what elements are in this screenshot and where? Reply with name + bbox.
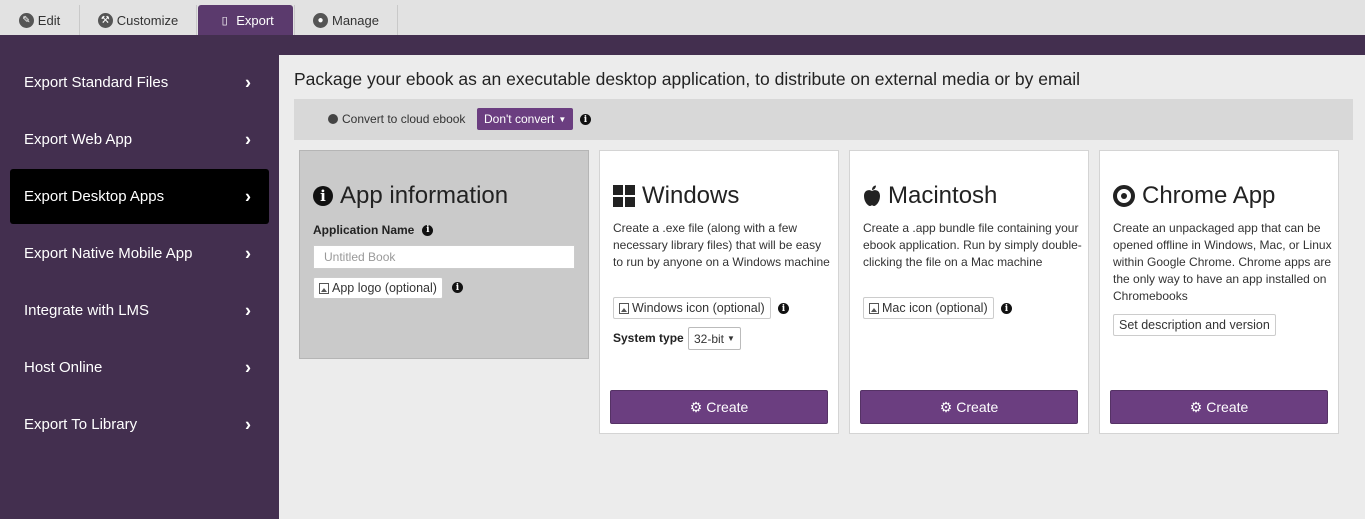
windows-card: Windows Create a .exe file (along with a… (599, 150, 839, 434)
gear-icon: ⚙ (939, 398, 953, 415)
application-name-input[interactable]: Untitled Book (313, 245, 575, 269)
card-title-text: Chrome App (1142, 182, 1276, 209)
system-type-select[interactable]: 32-bit ▼ (688, 327, 741, 350)
sidebar-item-host-online[interactable]: Host Online › (10, 340, 269, 395)
header-strip (0, 35, 1365, 55)
convert-bar: Convert to cloud ebook Don't convert ▼ i (294, 99, 1353, 140)
user-icon: ● (313, 12, 328, 28)
chrome-app-card: Chrome App Create an unpackaged app that… (1099, 150, 1339, 434)
tab-export[interactable]: ▯ Export (198, 5, 293, 35)
create-windows-button[interactable]: ⚙ Create (610, 390, 828, 424)
button-label: Windows icon (optional) (632, 301, 765, 315)
field-label-text: Application Name (313, 223, 415, 237)
button-label: Create (956, 399, 999, 415)
sidebar-item-export-web-app[interactable]: Export Web App › (10, 112, 269, 167)
system-type-label: System type (613, 331, 684, 345)
sidebar-item-export-to-library[interactable]: Export To Library › (10, 397, 269, 452)
card-title-text: Windows (642, 182, 740, 209)
button-label: Create (706, 399, 749, 415)
chevron-right-icon: › (245, 129, 251, 149)
chevron-right-icon: › (245, 72, 251, 92)
app-info-title: i App information (313, 182, 508, 210)
info-icon[interactable]: i (452, 282, 463, 293)
chrome-app-description: Create an unpackaged app that can be ope… (1113, 221, 1332, 303)
card-title-text: App information (340, 182, 509, 209)
info-circle-icon: i (313, 186, 333, 206)
tab-edit[interactable]: ✎ Edit (0, 5, 80, 35)
chevron-right-icon: › (245, 243, 251, 263)
chevron-right-icon: › (245, 186, 251, 206)
macintosh-title: Macintosh (863, 182, 997, 210)
sidebar-item-label: Export Native Mobile App (24, 245, 193, 262)
tab-manage[interactable]: ● Manage (294, 5, 398, 35)
info-icon[interactable]: i (422, 224, 434, 236)
macintosh-description: Create a .app bundle file containing you… (863, 221, 1082, 269)
button-label: App logo (optional) (332, 281, 437, 295)
windows-description: Create a .exe file (along with a few nec… (613, 221, 830, 269)
tab-label: Customize (116, 12, 179, 28)
sidebar-item-integrate-with-lms[interactable]: Integrate with LMS › (10, 283, 269, 338)
application-name-label: Application Name i (313, 223, 434, 237)
set-description-button[interactable]: Set description and version (1113, 314, 1276, 336)
mac-icon-button[interactable]: Mac icon (optional) (863, 297, 994, 319)
windows-icon-button[interactable]: Windows icon (optional) (613, 297, 771, 319)
sidebar-item-label: Export Web App (24, 131, 133, 148)
caret-down-icon: ▼ (727, 334, 735, 343)
apple-icon (863, 185, 881, 207)
button-label: Create (1206, 399, 1249, 415)
pencil-icon: ✎ (18, 12, 34, 28)
app-info-card: i App information Application Name i Unt… (299, 150, 589, 359)
globe-icon (328, 114, 338, 124)
convert-label: Convert to cloud ebook (328, 112, 465, 126)
app-logo-button[interactable]: App logo (optional) (313, 277, 443, 299)
chrome-app-title: Chrome App (1113, 182, 1275, 210)
tablet-icon: ▯ (221, 14, 228, 27)
sidebar-item-export-desktop-apps[interactable]: Export Desktop Apps › (10, 169, 269, 224)
button-label: Set description and version (1119, 318, 1270, 332)
image-icon (869, 302, 879, 314)
sidebar-item-label: Host Online (24, 359, 103, 376)
gear-icon: ⚙ (689, 398, 703, 415)
image-icon (619, 302, 629, 314)
wrench-icon: ⚒ (97, 12, 113, 28)
main-content: Package your ebook as an executable desk… (279, 55, 1365, 519)
sidebar-item-export-native-mobile-app[interactable]: Export Native Mobile App › (10, 226, 269, 281)
info-icon[interactable]: i (778, 303, 789, 314)
sidebar-item-label: Export Desktop Apps (24, 188, 165, 205)
button-label: Mac icon (optional) (882, 301, 988, 315)
info-icon[interactable]: i (1001, 303, 1012, 314)
sidebar-item-label: Integrate with LMS (24, 302, 150, 319)
chevron-right-icon: › (245, 414, 251, 434)
convert-label-text: Convert to cloud ebook (342, 112, 466, 126)
info-icon[interactable]: i (580, 114, 591, 125)
macintosh-card: Macintosh Create a .app bundle file cont… (849, 150, 1089, 434)
tab-label: Manage (332, 12, 379, 28)
caret-down-icon: ▼ (558, 114, 567, 124)
select-value: 32-bit (694, 331, 725, 346)
export-sidebar: Export Standard Files › Export Web App ›… (0, 55, 279, 519)
chevron-right-icon: › (245, 300, 251, 320)
create-mac-button[interactable]: ⚙ Create (860, 390, 1078, 424)
tab-label: Edit (37, 12, 61, 28)
chrome-icon (1113, 185, 1135, 207)
input-placeholder: Untitled Book (324, 250, 396, 264)
tab-customize[interactable]: ⚒ Customize (80, 5, 197, 35)
chevron-right-icon: › (245, 357, 251, 377)
sidebar-item-label: Export Standard Files (24, 74, 169, 91)
gear-icon: ⚙ (1189, 398, 1203, 415)
convert-dropdown-label: Don't convert (484, 112, 555, 126)
top-tab-bar: ✎ Edit ⚒ Customize ▯ Export ● Manage (0, 0, 1365, 35)
sidebar-item-label: Export To Library (24, 416, 138, 433)
sidebar-item-export-standard-files[interactable]: Export Standard Files › (10, 55, 269, 110)
create-chrome-app-button[interactable]: ⚙ Create (1110, 390, 1328, 424)
tab-label: Export (236, 12, 274, 28)
convert-dropdown-button[interactable]: Don't convert ▼ (477, 108, 574, 130)
page-title: Package your ebook as an executable desk… (294, 69, 1081, 89)
image-icon (319, 282, 329, 294)
windows-icon (613, 185, 635, 207)
windows-title: Windows (613, 182, 739, 210)
card-title-text: Macintosh (888, 182, 998, 209)
